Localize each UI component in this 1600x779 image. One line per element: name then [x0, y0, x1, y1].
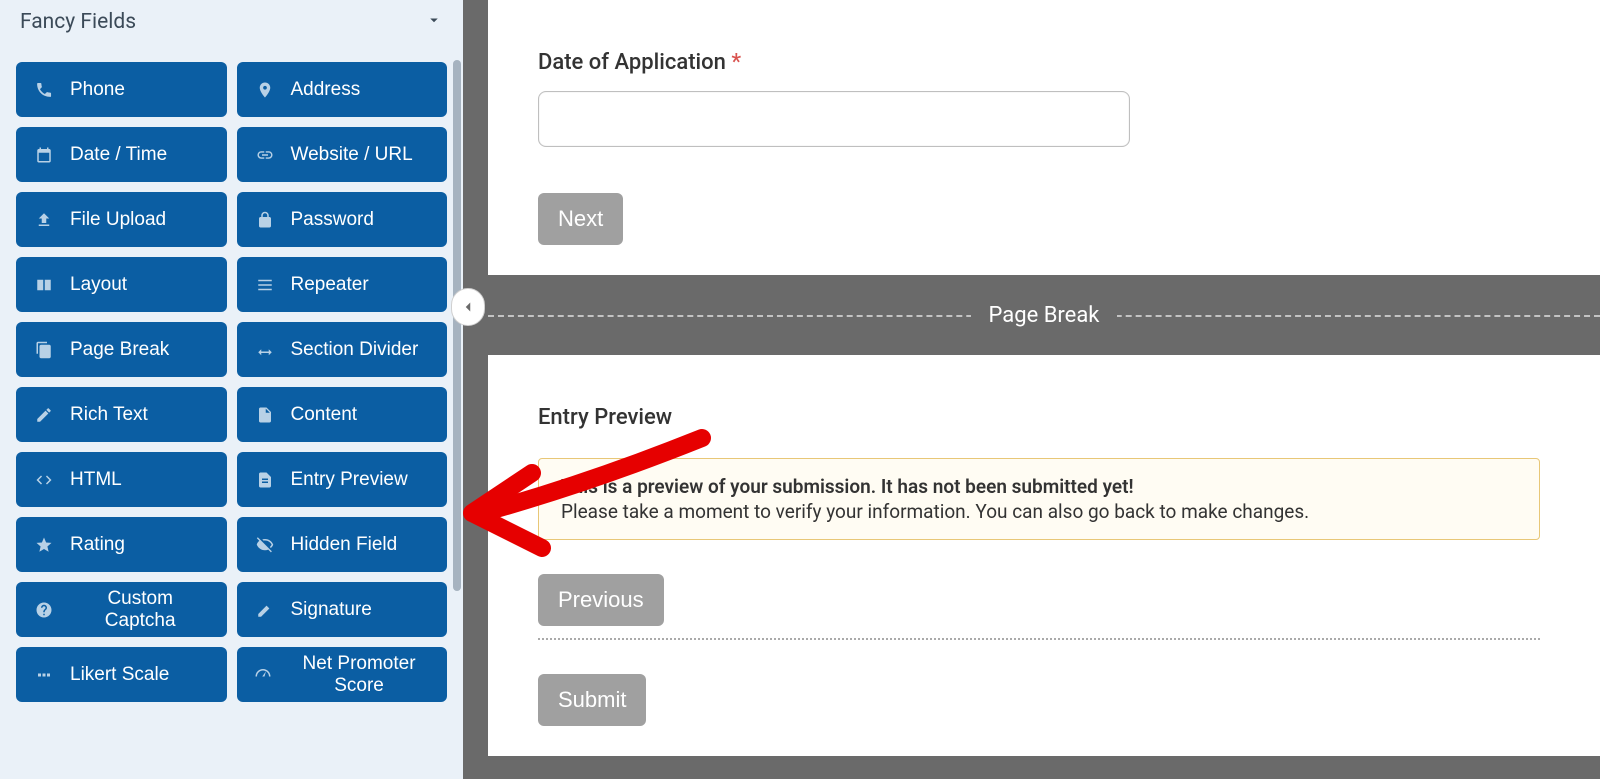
- field-button-label: Content: [291, 404, 358, 426]
- pages-icon: [32, 341, 56, 359]
- form-canvas: Date of Application * Next Page Break En…: [488, 0, 1600, 779]
- collapse-sidebar-button[interactable]: [451, 288, 485, 326]
- star-icon: [32, 536, 56, 554]
- section-title: Fancy Fields: [20, 10, 136, 34]
- field-button-label: Custom Captcha: [70, 588, 211, 632]
- field-buttons-grid: Phone Address Date / Time Website / URL File…: [16, 62, 447, 702]
- field-button-label: Signature: [291, 599, 372, 621]
- required-asterisk: *: [731, 50, 741, 75]
- horizontal-divider: [538, 638, 1540, 640]
- field-button-custom-captcha[interactable]: Custom Captcha: [16, 582, 227, 637]
- notice-line-2: Please take a moment to verify your info…: [561, 500, 1517, 523]
- field-button-label: Date / Time: [70, 144, 167, 166]
- previous-button[interactable]: Previous: [538, 574, 664, 626]
- calendar-icon: [32, 146, 56, 164]
- dots-icon: [32, 666, 56, 684]
- pencil-icon: [253, 601, 277, 619]
- field-button-rich-text[interactable]: Rich Text: [16, 387, 227, 442]
- field-button-label: Repeater: [291, 274, 369, 296]
- field-button-hidden-field[interactable]: Hidden Field: [237, 517, 448, 572]
- field-button-page-break[interactable]: Page Break: [16, 322, 227, 377]
- date-input[interactable]: [538, 91, 1130, 147]
- field-button-label: Net Promoter Score: [287, 653, 431, 697]
- eyeoff-icon: [253, 536, 277, 554]
- field-button-section-divider[interactable]: Section Divider: [237, 322, 448, 377]
- gauge-icon: [253, 666, 274, 684]
- doc-icon: [253, 406, 277, 424]
- field-button-password[interactable]: Password: [237, 192, 448, 247]
- field-button-label: Rating: [70, 534, 125, 556]
- field-button-label: Page Break: [70, 339, 169, 361]
- field-date-of-application: Date of Application *: [538, 50, 1600, 147]
- field-button-date-time[interactable]: Date / Time: [16, 127, 227, 182]
- pin-icon: [253, 81, 277, 99]
- submit-button[interactable]: Submit: [538, 674, 646, 726]
- field-button-layout[interactable]: Layout: [16, 257, 227, 312]
- entry-preview-title: Entry Preview: [538, 405, 1600, 430]
- code-icon: [32, 471, 56, 489]
- field-button-address[interactable]: Address: [237, 62, 448, 117]
- upload-icon: [32, 211, 56, 229]
- field-button-website-url[interactable]: Website / URL: [237, 127, 448, 182]
- field-button-entry-preview[interactable]: Entry Preview: [237, 452, 448, 507]
- field-button-label: Hidden Field: [291, 534, 398, 556]
- page-break-divider[interactable]: Page Break: [488, 275, 1600, 355]
- sidebar: Fancy Fields Phone Address Date / Time Webs…: [0, 0, 463, 779]
- columns-icon: [32, 276, 56, 294]
- link-icon: [253, 146, 277, 164]
- list-icon: [253, 276, 277, 294]
- field-button-phone[interactable]: Phone: [16, 62, 227, 117]
- harrows-icon: [253, 341, 277, 359]
- field-button-rating[interactable]: Rating: [16, 517, 227, 572]
- field-button-content[interactable]: Content: [237, 387, 448, 442]
- field-button-likert-scale[interactable]: Likert Scale: [16, 647, 227, 702]
- field-button-label: Website / URL: [291, 144, 413, 166]
- help-icon: [32, 601, 56, 619]
- chevron-left-icon: [459, 298, 477, 316]
- sidebar-scrollbar[interactable]: [451, 60, 463, 591]
- field-button-label: File Upload: [70, 209, 166, 231]
- chevron-down-icon: [425, 11, 443, 33]
- field-button-label: Layout: [70, 274, 127, 296]
- form-page-1: Date of Application * Next: [488, 0, 1600, 275]
- form-page-2: Entry Preview This is a preview of your …: [488, 355, 1600, 756]
- notice-line-1: This is a preview of your submission. It…: [561, 475, 1517, 498]
- field-label: Date of Application *: [538, 50, 1600, 75]
- field-button-label: Section Divider: [291, 339, 419, 361]
- field-button-file-upload[interactable]: File Upload: [16, 192, 227, 247]
- entry-preview-notice: This is a preview of your submission. It…: [538, 458, 1540, 540]
- vertical-divider: [463, 0, 488, 779]
- field-button-label: Likert Scale: [70, 664, 169, 686]
- field-button-repeater[interactable]: Repeater: [237, 257, 448, 312]
- field-button-label: HTML: [70, 469, 122, 491]
- field-button-signature[interactable]: Signature: [237, 582, 448, 637]
- preview-icon: [253, 471, 277, 489]
- field-button-label: Entry Preview: [291, 469, 408, 491]
- field-button-net-promoter-score[interactable]: Net Promoter Score: [237, 647, 448, 702]
- field-button-label: Address: [291, 79, 361, 101]
- section-header-fancy-fields[interactable]: Fancy Fields: [16, 0, 447, 44]
- edit-icon: [32, 406, 56, 424]
- next-button[interactable]: Next: [538, 193, 623, 245]
- field-button-label: Rich Text: [70, 404, 148, 426]
- lock-icon: [253, 211, 277, 229]
- field-button-html[interactable]: HTML: [16, 452, 227, 507]
- field-button-label: Password: [291, 209, 374, 231]
- page-break-label: Page Break: [971, 303, 1118, 328]
- scrollbar-thumb[interactable]: [453, 60, 461, 591]
- field-button-label: Phone: [70, 79, 125, 101]
- phone-icon: [32, 81, 56, 99]
